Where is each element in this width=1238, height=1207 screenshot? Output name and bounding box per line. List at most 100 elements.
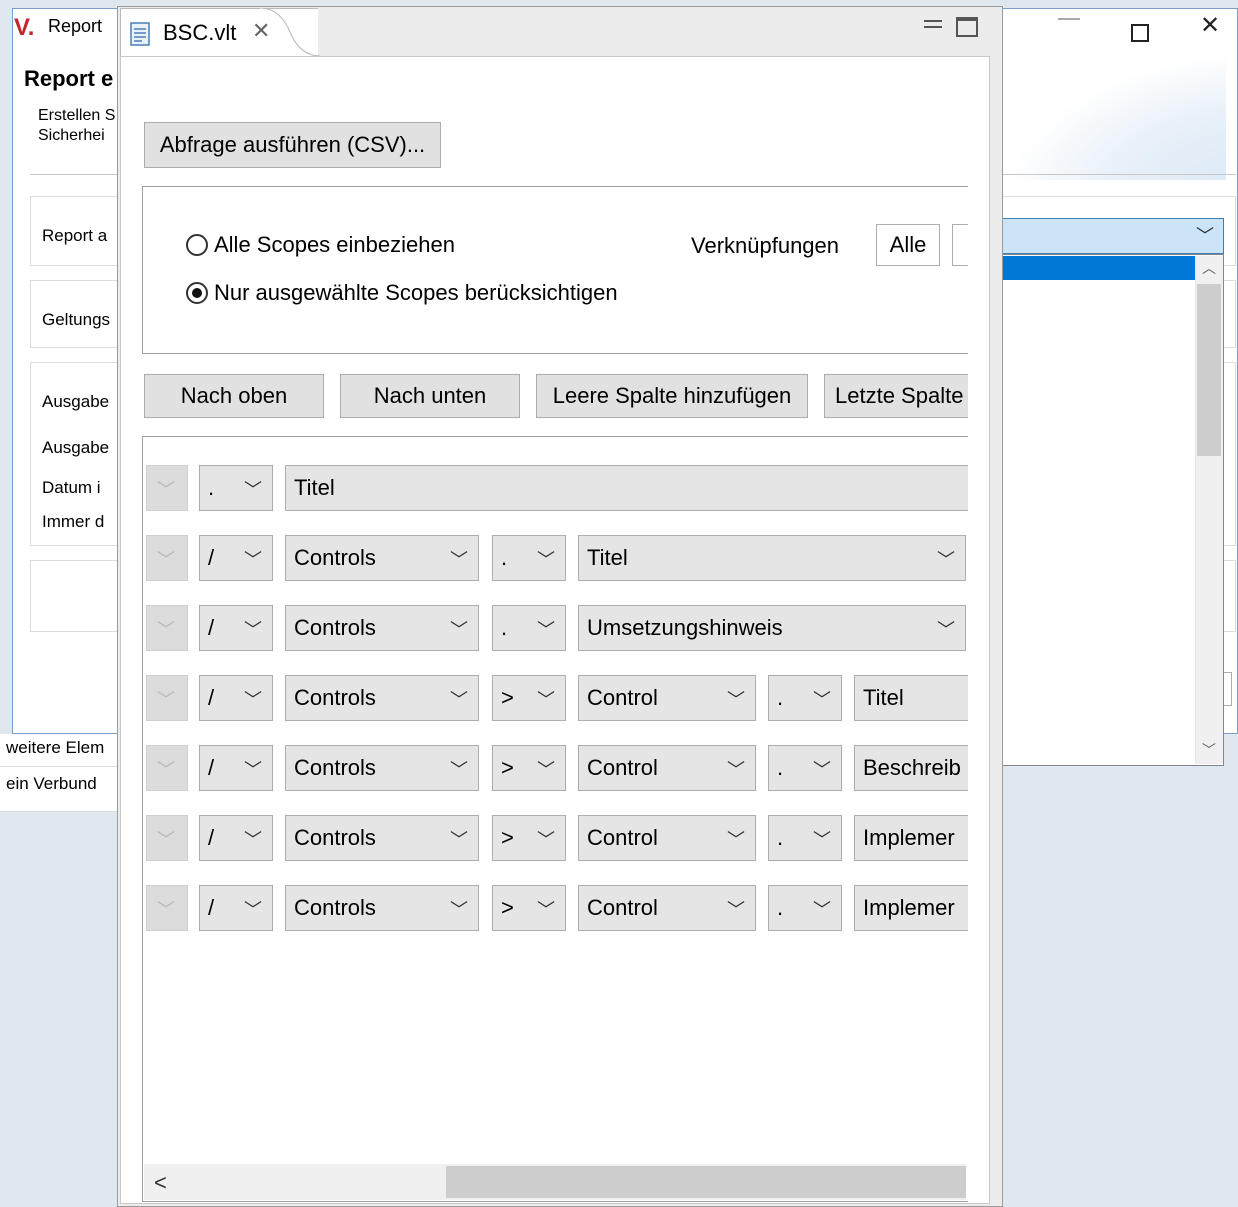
links-all-button[interactable]: Alle (876, 224, 940, 266)
type-select[interactable]: Controls ﹀ (285, 745, 479, 791)
separator-select[interactable]: . ﹀ (768, 675, 842, 721)
remove-last-column-button[interactable]: Letzte Spalte (824, 374, 968, 418)
separator-select[interactable]: . ﹀ (768, 745, 842, 791)
separator-select[interactable]: / ﹀ (199, 815, 273, 861)
dropdown-selected-item[interactable] (1001, 256, 1195, 280)
select-value: Controls (294, 615, 376, 640)
run-query-button[interactable]: Abfrage ausführen (CSV)... (144, 122, 441, 168)
property-select[interactable]: Titel (854, 675, 968, 721)
type-select[interactable]: Controls ﹀ (285, 885, 479, 931)
links-next-button[interactable] (952, 224, 968, 266)
description-line: Sicherhei (38, 127, 105, 144)
select-value: / (208, 895, 215, 920)
move-down-button[interactable]: Nach unten (340, 374, 520, 418)
move-up-button[interactable]: Nach oben (144, 374, 324, 418)
radio-label: Nur ausgewählte Scopes berücksichtigen (214, 280, 618, 305)
separator-select[interactable]: > ﹀ (492, 675, 566, 721)
separator-select[interactable]: . ﹀ (768, 815, 842, 861)
select-value: Controls (294, 545, 376, 570)
element-select[interactable]: Control ﹀ (578, 745, 756, 791)
chevron-down-icon[interactable]: ﹀ (1196, 222, 1214, 248)
output-label-1: Ausgabe (42, 392, 110, 411)
select-value: . (777, 895, 784, 920)
chevron-down-icon: ﹀ (813, 760, 831, 780)
chevron-down-icon: ﹀ (244, 620, 262, 640)
chevron-down-icon: ﹀ (727, 830, 745, 850)
chevron-down-icon: ﹀ (244, 690, 262, 710)
chevron-down-icon: ﹀ (244, 830, 262, 850)
separator-select[interactable]: > ﹀ (492, 815, 566, 861)
separator-select[interactable]: . ﹀ (492, 535, 566, 581)
minimize-button[interactable] (1058, 18, 1080, 20)
chevron-down-icon: ﹀ (537, 760, 555, 780)
property-select[interactable]: Beschreib (854, 745, 968, 791)
chevron-down-icon: ﹀ (450, 550, 468, 570)
app-logo-icon: V. (14, 14, 35, 41)
chevron-down-icon: ﹀ (157, 900, 175, 920)
select-value: Beschreib (863, 755, 961, 780)
property-select[interactable]: Umsetzungshinweis ﹀ (578, 605, 966, 651)
select-value: Titel (587, 545, 628, 570)
chevron-down-icon: ﹀ (157, 760, 175, 780)
chevron-down-icon: ﹀ (244, 900, 262, 920)
chevron-down-icon: ﹀ (727, 690, 745, 710)
separator-select[interactable]: / ﹀ (199, 605, 273, 651)
element-select[interactable]: Control ﹀ (578, 675, 756, 721)
output-label-2: Ausgabe (42, 438, 110, 457)
select-value: / (208, 685, 215, 710)
select-value: Control (587, 825, 658, 850)
separator-select[interactable]: > ﹀ (492, 885, 566, 931)
editor-minimize-button[interactable] (924, 20, 942, 28)
select-value: Controls (294, 755, 376, 780)
separator-select[interactable]: / ﹀ (199, 535, 273, 581)
tab-close-icon[interactable]: ✕ (252, 18, 270, 44)
chevron-up-icon[interactable]: ︿ (1202, 258, 1216, 278)
type-select[interactable]: Controls ﹀ (285, 675, 479, 721)
bottom-divider (0, 766, 117, 767)
select-value: . (777, 755, 784, 780)
chevron-down-icon: ﹀ (450, 760, 468, 780)
scope-option-all[interactable]: Alle Scopes einbeziehen (186, 232, 455, 258)
maximize-button[interactable] (1131, 24, 1149, 42)
chevron-down-icon: ﹀ (727, 760, 745, 780)
separator-select[interactable]: . ﹀ (492, 605, 566, 651)
scroll-left-icon[interactable]: < (154, 1170, 167, 1196)
select-value: Controls (294, 685, 376, 710)
select-value: / (208, 615, 215, 640)
property-select[interactable]: Implemer (854, 815, 968, 861)
select-value: Umsetzungshinweis (587, 615, 783, 640)
element-select[interactable]: Control ﹀ (578, 885, 756, 931)
chevron-down-icon[interactable]: ﹀ (1202, 740, 1216, 760)
horizontal-scroll-thumb[interactable] (446, 1166, 966, 1198)
type-select[interactable]: Controls ﹀ (285, 815, 479, 861)
date-label: Datum i (42, 478, 101, 497)
chevron-down-icon: ﹀ (813, 830, 831, 850)
scope-option-selected[interactable]: Nur ausgewählte Scopes berücksichtigen (186, 280, 618, 306)
dropdown-scroll-thumb[interactable] (1197, 284, 1221, 456)
property-select[interactable]: Implemer (854, 885, 968, 931)
chevron-down-icon: ﹀ (157, 830, 175, 850)
element-select[interactable]: Control ﹀ (578, 815, 756, 861)
separator-select[interactable]: . ﹀ (768, 885, 842, 931)
row-handle: ﹀ (146, 535, 188, 581)
report-dropdown-list[interactable] (1000, 254, 1224, 766)
type-select[interactable]: Controls ﹀ (285, 605, 479, 651)
separator-select[interactable]: / ﹀ (199, 885, 273, 931)
separator-select[interactable]: / ﹀ (199, 745, 273, 791)
description-line: Erstellen S (38, 107, 116, 124)
separator-select[interactable]: > ﹀ (492, 745, 566, 791)
separator-select[interactable]: . ﹀ (199, 465, 273, 511)
dialog-description: Erstellen S Sicherhei (38, 106, 115, 146)
radio-selected-scopes[interactable] (186, 282, 208, 304)
editor-maximize-button[interactable] (956, 17, 978, 37)
separator-select[interactable]: / ﹀ (199, 675, 273, 721)
select-value: / (208, 755, 215, 780)
type-select[interactable]: Controls ﹀ (285, 535, 479, 581)
field-input[interactable]: Titel (285, 465, 968, 511)
property-select[interactable]: Titel ﹀ (578, 535, 966, 581)
close-button[interactable]: ✕ (1200, 14, 1220, 38)
add-empty-column-button[interactable]: Leere Spalte hinzufügen (536, 374, 808, 418)
select-value: . (777, 685, 784, 710)
radio-all-scopes[interactable] (186, 234, 208, 256)
report-select[interactable] (988, 218, 1224, 254)
